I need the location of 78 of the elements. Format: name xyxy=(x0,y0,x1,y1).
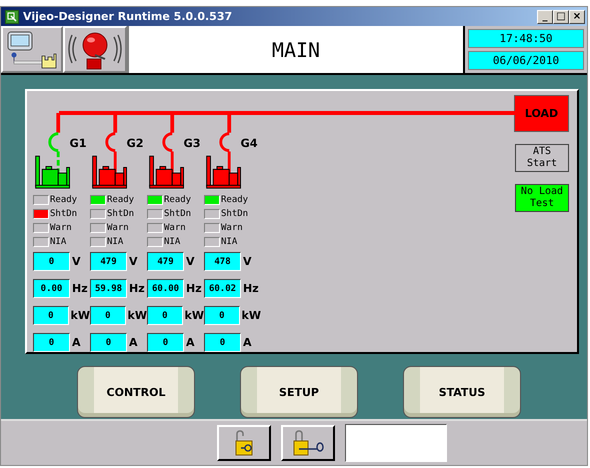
generator-label: G3 xyxy=(183,136,201,150)
mode-button[interactable]: No Load Test xyxy=(515,184,569,212)
unit-label: A xyxy=(186,336,195,349)
date-display: 06/06/2010 xyxy=(468,51,584,70)
connector-line xyxy=(227,113,232,133)
reading-display: 0 xyxy=(33,252,70,271)
unit-label: Hz xyxy=(186,282,202,295)
logout-button[interactable] xyxy=(217,425,271,461)
panel-tank-icon xyxy=(6,30,58,70)
unit-label: V xyxy=(129,255,138,268)
generator-label: G2 xyxy=(126,136,144,150)
unit-label: V xyxy=(243,255,252,268)
status-label: Warn xyxy=(50,222,72,232)
reading-display: 60.00 xyxy=(147,279,184,298)
nav-button[interactable]: STATUS xyxy=(403,366,521,418)
connector-line xyxy=(113,113,118,133)
unit-label: A xyxy=(72,336,81,349)
reading-display: 478 xyxy=(204,252,241,271)
reading-display: 0 xyxy=(33,333,70,352)
login-button[interactable] xyxy=(281,425,335,461)
user-field[interactable] xyxy=(345,424,447,462)
status-label: Warn xyxy=(107,222,129,232)
unit-label: V xyxy=(186,255,195,268)
reading-display: 0 xyxy=(147,306,183,325)
reading-display: 59.98 xyxy=(90,279,127,298)
status-label: NIA xyxy=(164,236,180,246)
load-button[interactable]: LOAD xyxy=(514,95,569,132)
window-title: Vijeo-Designer Runtime 5.0.0.537 xyxy=(23,10,232,23)
status-label: NIA xyxy=(221,236,238,246)
status-label: NIA xyxy=(50,236,66,246)
connector-line xyxy=(170,113,174,133)
reading-display: 0 xyxy=(147,333,184,352)
status-label: ShtDn xyxy=(164,208,192,218)
reading-display: 479 xyxy=(147,252,184,271)
unit-label: kW xyxy=(242,309,261,322)
app-icon xyxy=(5,10,19,24)
close-button[interactable]: × xyxy=(569,10,585,24)
unit-label: kW xyxy=(184,309,204,322)
time-display: 17:48:50 xyxy=(468,29,584,48)
unit-label: Hz xyxy=(72,282,88,295)
status-label: Warn xyxy=(164,222,186,232)
status-label: ShtDn xyxy=(221,208,248,218)
unit-label: kW xyxy=(128,309,147,322)
screen-title: MAIN xyxy=(127,26,465,73)
reading-display: 0 xyxy=(204,306,240,325)
reading-display: 60.02 xyxy=(204,279,241,298)
reading-display: 0 xyxy=(204,333,241,352)
status-label: ShtDn xyxy=(107,208,134,218)
padlock-icon xyxy=(233,430,255,456)
reading-display: 0 xyxy=(90,306,126,325)
connector-line xyxy=(56,113,60,133)
status-label: Ready xyxy=(164,194,192,204)
status-label: ShtDn xyxy=(50,208,78,218)
status-label: Ready xyxy=(107,194,134,204)
alarm-button[interactable] xyxy=(63,26,127,73)
nav-button[interactable]: CONTROL xyxy=(77,366,195,418)
unit-label: Hz xyxy=(129,282,145,295)
reading-display: 0.00 xyxy=(33,279,70,298)
unit-label: kW xyxy=(70,309,90,322)
unit-label: A xyxy=(129,336,138,349)
generator-label: G1 xyxy=(69,136,87,150)
reading-display: 479 xyxy=(90,252,127,271)
unit-label: Hz xyxy=(243,282,259,295)
unit-label: A xyxy=(243,336,252,349)
plc-button[interactable] xyxy=(1,26,63,73)
reading-display: 0 xyxy=(33,306,69,325)
mode-button[interactable]: ATS Start xyxy=(515,144,569,172)
unit-label: V xyxy=(72,255,81,268)
nav-button[interactable]: SETUP xyxy=(240,366,358,418)
status-label: NIA xyxy=(107,236,124,246)
maximize-button[interactable]: □ xyxy=(553,10,569,24)
generator-label: G4 xyxy=(240,136,258,150)
padlock-key-icon xyxy=(291,430,325,456)
reading-display: 0 xyxy=(90,333,127,352)
status-label: Ready xyxy=(50,194,78,204)
status-label: Ready xyxy=(221,194,248,204)
status-label: Warn xyxy=(221,222,243,232)
minimize-button[interactable]: _ xyxy=(537,10,553,24)
